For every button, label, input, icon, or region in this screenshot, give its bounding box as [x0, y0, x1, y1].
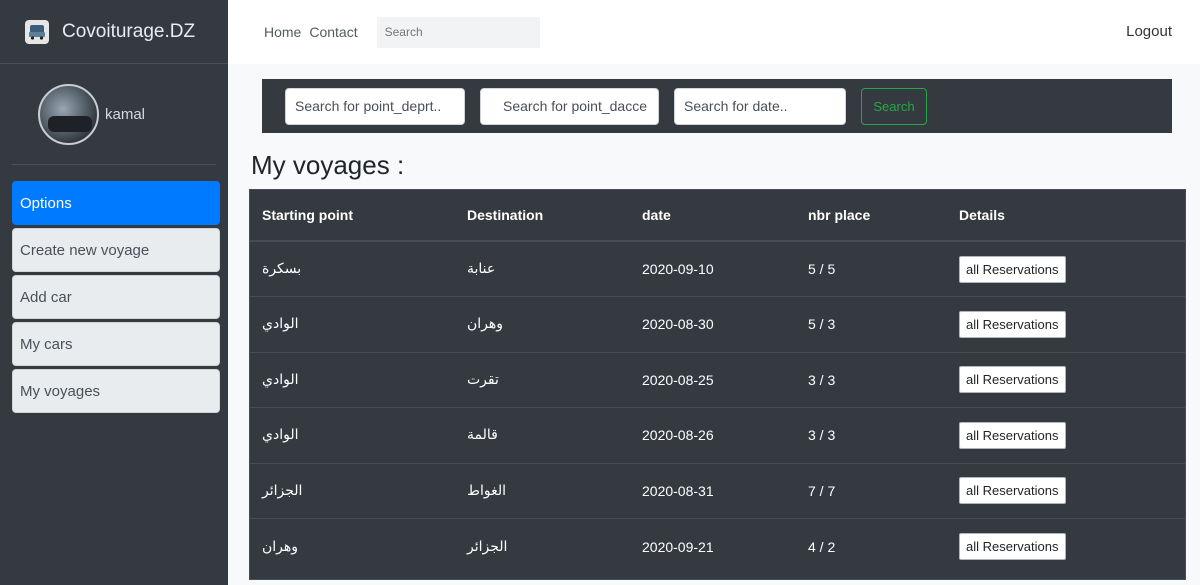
destination-cell: وهران	[455, 296, 630, 352]
date-search-input[interactable]: Search for date..	[674, 87, 846, 125]
places-cell: 5 / 5	[796, 240, 947, 297]
sidebar-menu: Options Create new voyage Add car My car…	[0, 181, 228, 413]
sidebar-item-my-cars[interactable]: My cars	[12, 322, 220, 366]
all-reservations-button[interactable]: all Reservations	[959, 533, 1066, 560]
table-row: وهران الجزائر 2020-09-21 4 / 2 all Reser…	[250, 518, 1185, 574]
sidebar-item-my-voyages[interactable]: My voyages	[12, 369, 220, 413]
destination-cell: قالمة	[455, 407, 630, 463]
details-cell: all Reservations	[947, 518, 1185, 574]
column-header-destination: Destination	[455, 190, 630, 242]
table-row: الوادي وهران 2020-08-30 5 / 3 all Reserv…	[250, 296, 1185, 352]
column-header-starting-point: Starting point	[250, 190, 455, 242]
column-header-date: date	[630, 190, 796, 242]
all-reservations-button[interactable]: all Reservations	[959, 477, 1066, 505]
departure-search-input[interactable]: Search for point_deprt..	[285, 87, 465, 125]
details-cell: all Reservations	[947, 351, 1185, 408]
logout-link[interactable]: Logout	[1126, 23, 1172, 40]
all-reservations-button[interactable]: all Reservations	[959, 255, 1066, 283]
details-cell: all Reservations	[947, 296, 1185, 352]
all-reservations-button[interactable]: all Reservations	[959, 310, 1066, 338]
starting-point-cell: بسكرة	[250, 240, 455, 297]
column-header-nbr-place: nbr place	[796, 190, 947, 242]
table-row: الوادي قالمة 2020-08-26 3 / 3 all Reserv…	[250, 407, 1185, 463]
destination-cell: تقرت	[455, 351, 630, 408]
destination-search-input[interactable]: Search for point_dacce	[480, 87, 659, 125]
voyage-search-bar: Search for point_deprt.. Search for poin…	[262, 79, 1172, 133]
destination-cell: عنابة	[455, 240, 630, 297]
places-cell: 4 / 2	[796, 518, 947, 574]
starting-point-cell: الوادي	[250, 407, 455, 463]
details-cell: all Reservations	[947, 407, 1185, 463]
brand[interactable]: Covoiturage.DZ	[0, 0, 228, 64]
sidebar-item-options[interactable]: Options	[12, 181, 220, 225]
places-cell: 7 / 7	[796, 462, 947, 519]
user-panel: kamal	[12, 64, 216, 165]
starting-point-cell: الجزائر	[250, 462, 455, 519]
destination-cell: الغواط	[455, 462, 630, 519]
starting-point-cell: وهران	[250, 518, 455, 574]
table-row: الوادي تقرت 2020-08-25 3 / 3 all Reserva…	[250, 351, 1185, 408]
brand-name: Covoiturage.DZ	[62, 20, 196, 42]
date-cell: 2020-08-25	[630, 351, 796, 408]
sidebar-item-add-car[interactable]: Add car	[12, 275, 220, 319]
sidebar-item-create-new-voyage[interactable]: Create new voyage	[12, 228, 220, 272]
date-cell: 2020-09-10	[630, 240, 796, 297]
places-cell: 3 / 3	[796, 407, 947, 463]
sidebar: Covoiturage.DZ kamal Options Create new …	[0, 0, 228, 585]
top-navbar: Home Contact Logout	[228, 0, 1200, 64]
car-logo-icon	[25, 19, 49, 44]
details-cell: all Reservations	[947, 240, 1185, 297]
nav-home-link[interactable]: Home	[264, 24, 301, 40]
all-reservations-button[interactable]: all Reservations	[959, 421, 1066, 449]
column-header-details: Details	[947, 190, 1185, 242]
date-cell: 2020-09-21	[630, 518, 796, 574]
page-title: My voyages :	[251, 150, 405, 180]
nav-search-input[interactable]	[376, 16, 540, 48]
table-row: بسكرة عنابة 2020-09-10 5 / 5 all Reserva…	[250, 240, 1185, 297]
places-cell: 3 / 3	[796, 351, 947, 408]
details-cell: all Reservations	[947, 462, 1185, 519]
date-cell: 2020-08-26	[630, 407, 796, 463]
date-cell: 2020-08-30	[630, 296, 796, 352]
all-reservations-button[interactable]: all Reservations	[959, 366, 1066, 394]
table-row: الجزائر الغواط 2020-08-31 7 / 7 all Rese…	[250, 462, 1185, 519]
places-cell: 5 / 3	[796, 296, 947, 352]
date-cell: 2020-08-31	[630, 462, 796, 519]
username: kamal	[105, 105, 146, 123]
voyages-table: Starting point Destination date nbr plac…	[249, 189, 1186, 580]
nav-contact-link[interactable]: Contact	[309, 24, 357, 40]
table-header-row: Starting point Destination date nbr plac…	[250, 190, 1185, 242]
starting-point-cell: الوادي	[250, 296, 455, 352]
avatar	[38, 83, 99, 145]
search-button[interactable]: Search	[861, 87, 927, 125]
destination-cell: الجزائر	[455, 518, 630, 574]
starting-point-cell: الوادي	[250, 351, 455, 408]
